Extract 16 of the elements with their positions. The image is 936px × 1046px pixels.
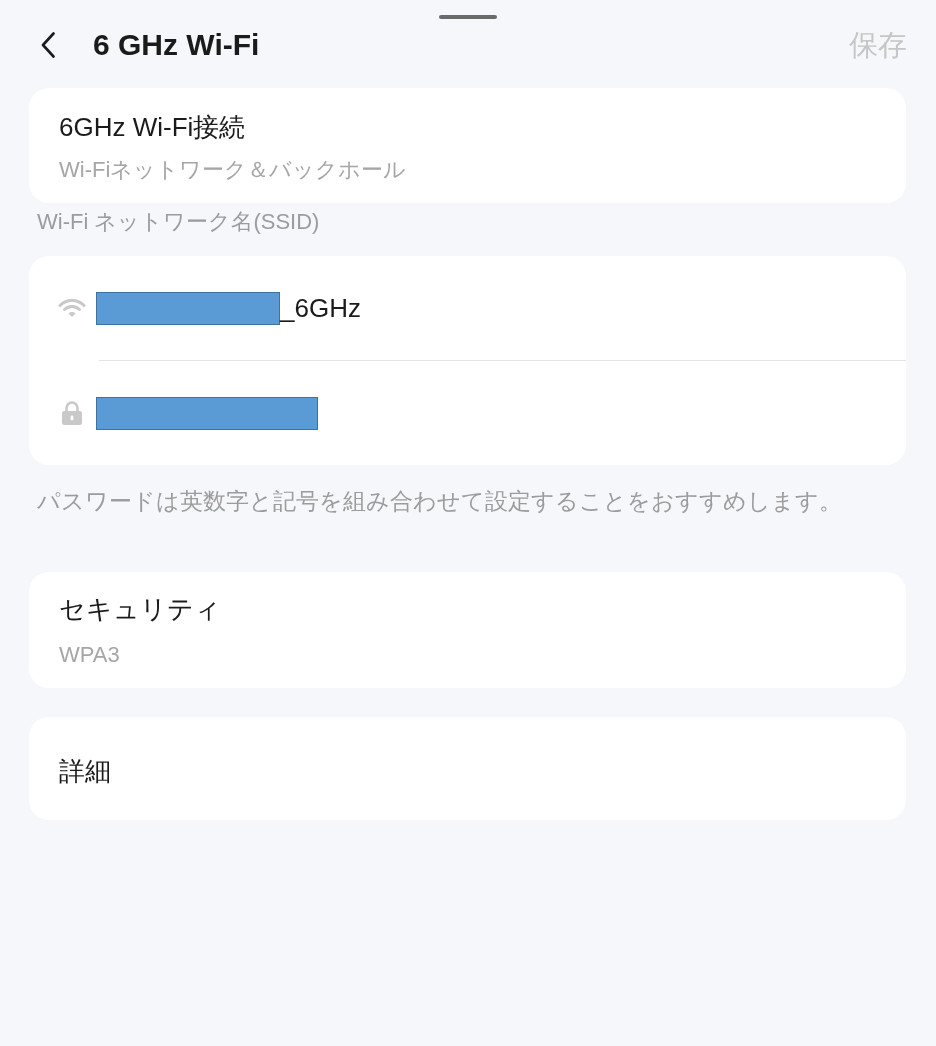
wifi-icon [57, 298, 86, 318]
password-hint: パスワードは英数字と記号を組み合わせて設定することをおすすめします。 [37, 487, 842, 516]
drag-handle[interactable] [439, 15, 497, 19]
connection-subtitle: Wi-Fiネットワーク＆バックホール [59, 156, 407, 184]
back-icon [41, 32, 55, 58]
ssid-field[interactable]: _6GHz [96, 286, 876, 330]
section-label: Wi-Fi ネットワーク名(SSID) [37, 208, 320, 236]
connection-card[interactable]: 6GHz Wi-Fi接続 Wi-Fiネットワーク＆バックホール [29, 88, 906, 203]
security-card[interactable]: セキュリティ WPA3 [29, 572, 906, 688]
details-card[interactable]: 詳細 [29, 717, 906, 820]
connection-title: 6GHz Wi-Fi接続 [59, 112, 246, 142]
lock-icon [60, 401, 83, 425]
details-title: 詳細 [59, 755, 111, 786]
security-title: セキュリティ [59, 594, 221, 624]
page-title: 6 GHz Wi-Fi [93, 27, 260, 63]
security-value: WPA3 [59, 641, 120, 669]
